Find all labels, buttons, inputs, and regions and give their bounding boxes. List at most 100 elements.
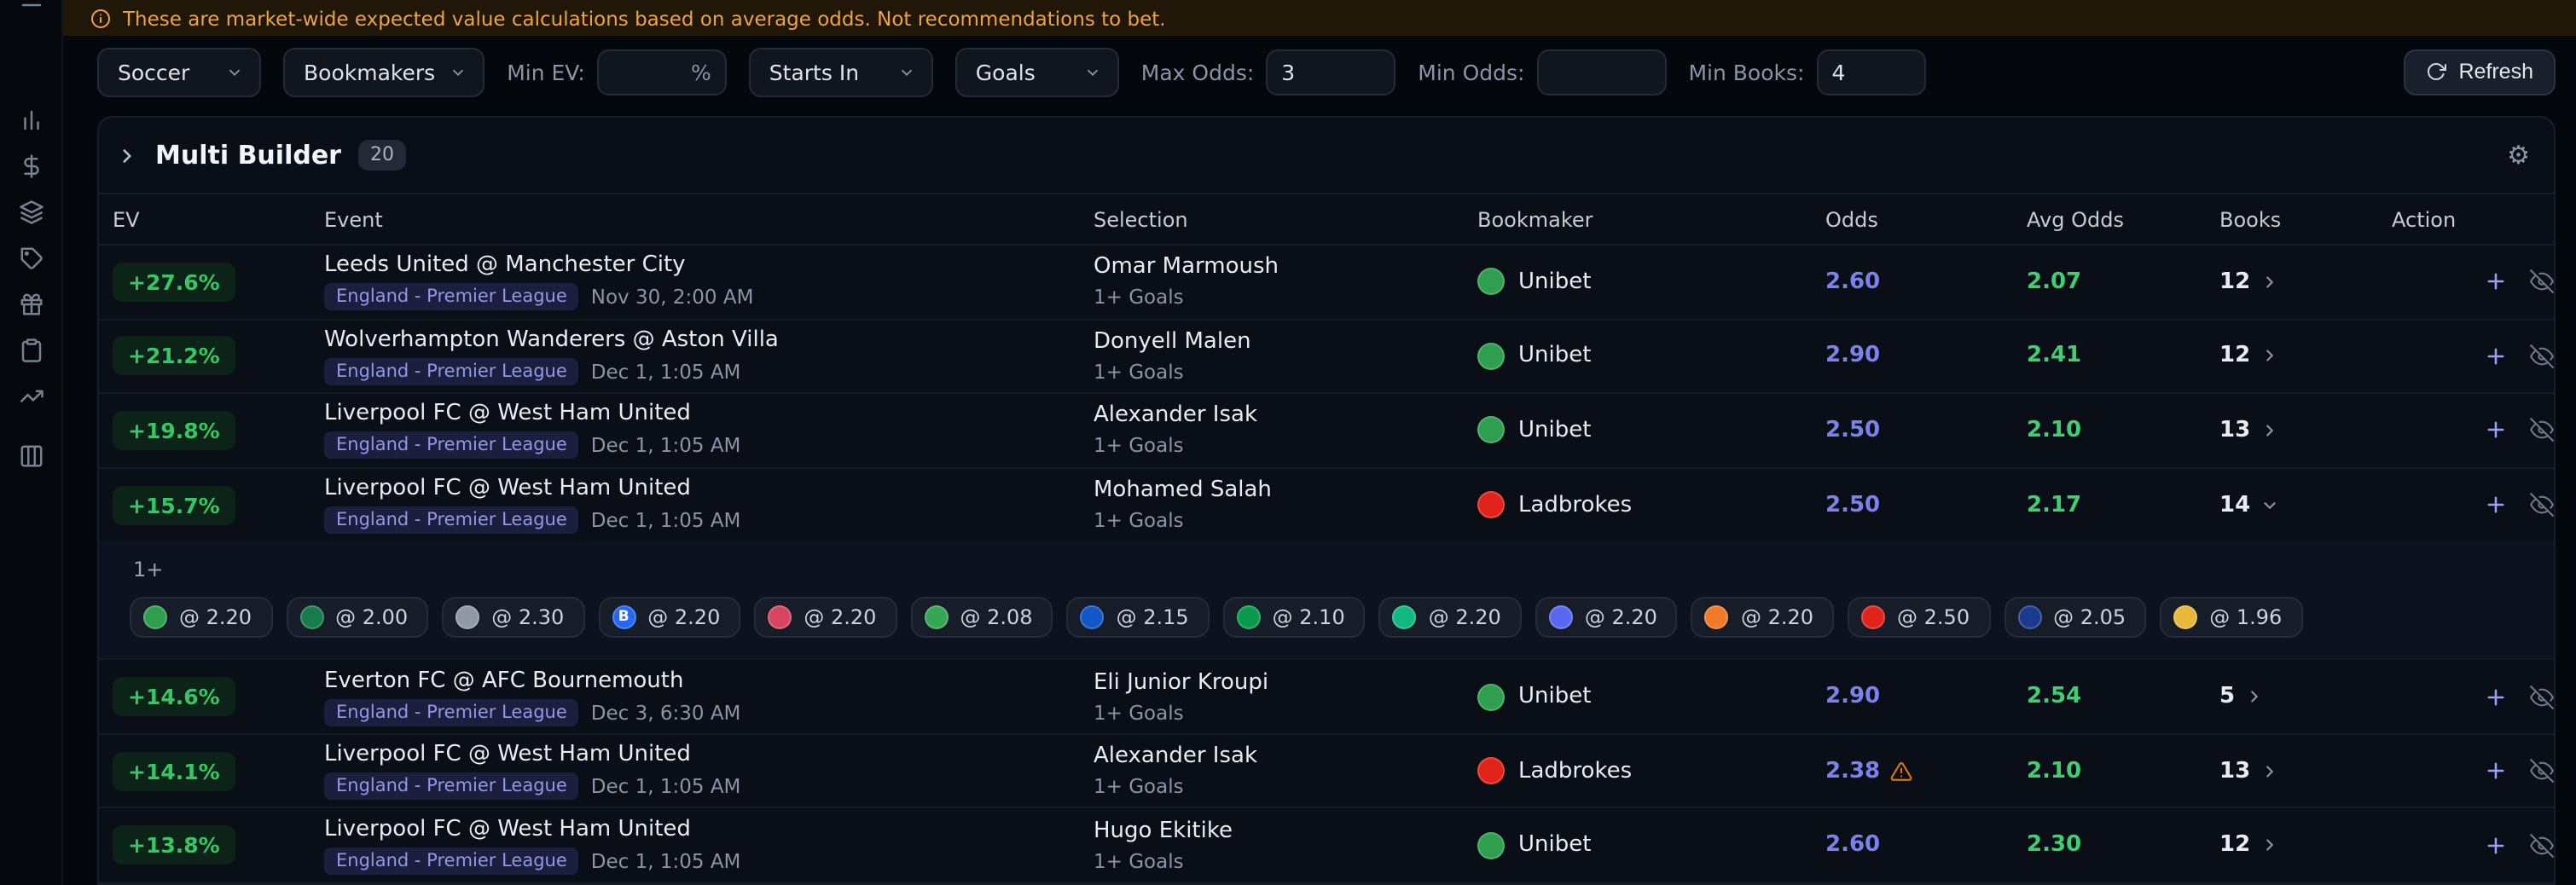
bookmaker-odds-chip[interactable]: @ 2.20 xyxy=(130,597,273,639)
odds-value[interactable]: 2.50 xyxy=(1819,418,2020,443)
min-ev-input[interactable] xyxy=(612,59,684,84)
sidebar-item-money[interactable] xyxy=(5,143,56,189)
add-to-multi-icon[interactable] xyxy=(2484,419,2508,442)
bookmaker-odds-chip[interactable]: @ 2.08 xyxy=(910,597,1053,639)
odds-value[interactable]: 2.50 xyxy=(1819,492,2020,518)
league-badge: England - Premier League xyxy=(324,357,579,385)
odds-value[interactable]: 2.90 xyxy=(1819,684,2020,709)
hide-icon[interactable] xyxy=(2530,759,2554,784)
count-badge: 20 xyxy=(357,140,406,171)
bookmaker-cell: Ladbrokes xyxy=(1471,491,1819,518)
books-cell[interactable]: 12 xyxy=(2213,832,2385,858)
add-to-multi-icon[interactable] xyxy=(2484,493,2508,517)
hide-icon[interactable] xyxy=(2530,418,2554,442)
sidebar-item-bets[interactable] xyxy=(5,327,56,373)
table-row[interactable]: +15.7% Liverpool FC @ West Ham United En… xyxy=(99,468,2554,541)
hide-icon[interactable] xyxy=(2530,833,2554,858)
max-odds-label: Max Odds: xyxy=(1140,59,1255,84)
bookmaker-odds-chip[interactable]: @ 2.10 xyxy=(1222,597,1366,639)
bookmaker-odds-chip[interactable]: B @ 2.20 xyxy=(598,597,741,639)
table-row[interactable]: +19.8% Liverpool FC @ West Ham United En… xyxy=(99,394,2554,469)
bookmakers-select-value: Bookmakers xyxy=(304,59,436,84)
sidebar-item-multis[interactable] xyxy=(5,189,56,235)
selection-market: 1+ Goals xyxy=(1094,285,1184,309)
bookmaker-odds-chip[interactable]: @ 2.20 xyxy=(1691,597,1835,639)
add-to-multi-icon[interactable] xyxy=(2484,759,2508,783)
sidebar-item-odds-table[interactable] xyxy=(5,433,56,479)
bookmakers-select[interactable]: Bookmakers xyxy=(283,47,485,96)
hide-icon[interactable] xyxy=(2530,493,2554,517)
action-cell xyxy=(2385,269,2554,294)
sport-select[interactable]: Soccer xyxy=(97,47,261,96)
books-cell[interactable]: 5 xyxy=(2213,684,2385,709)
league-badge: England - Premier League xyxy=(324,772,579,801)
bookmaker-cell: Unibet xyxy=(1471,683,1819,711)
action-cell xyxy=(2385,418,2554,442)
table-row[interactable]: +14.6% Everton FC @ AFC Bournemouth Engl… xyxy=(99,661,2554,735)
sidebar-item-trends[interactable] xyxy=(5,373,56,419)
table-row[interactable]: +27.6% Leeds United @ Manchester City En… xyxy=(99,246,2554,321)
bookmaker-icon xyxy=(1477,268,1505,296)
sidebar-item-promos[interactable] xyxy=(5,235,56,281)
bookmaker-icon xyxy=(1477,342,1505,370)
starts-in-select[interactable]: Starts In xyxy=(748,47,933,96)
bookmaker-odds-chip[interactable]: @ 2.15 xyxy=(1066,597,1210,639)
hide-icon[interactable] xyxy=(2530,269,2554,294)
market-select[interactable]: Goals xyxy=(954,47,1119,96)
gear-icon[interactable]: ⚙ xyxy=(2507,142,2530,168)
league-badge: England - Premier League xyxy=(324,431,579,460)
bookmaker-cell: Unibet xyxy=(1471,268,1819,296)
bookmaker-odds-chip[interactable]: @ 2.05 xyxy=(2004,597,2147,639)
chevron-right-icon xyxy=(2266,839,2274,851)
bookmaker-icon: B xyxy=(612,605,636,630)
books-cell[interactable]: 13 xyxy=(2213,758,2385,784)
books-cell[interactable]: 12 xyxy=(2213,344,2385,369)
chip-odds: @ 2.20 xyxy=(1584,605,1657,630)
bookmaker-cell: Unibet xyxy=(1471,342,1819,370)
bookmaker-icon xyxy=(299,605,324,630)
bookmaker-icon xyxy=(143,605,167,630)
books-cell[interactable]: 14 xyxy=(2213,492,2385,518)
table-row[interactable]: +13.8% Liverpool FC @ West Ham United En… xyxy=(99,809,2554,883)
odds-cell-with-warning[interactable]: 2.38 xyxy=(1819,758,2020,784)
chevron-right-icon[interactable] xyxy=(116,144,138,166)
odds-value[interactable]: 2.90 xyxy=(1819,344,2020,369)
bookmaker-odds-chip[interactable]: @ 2.50 xyxy=(1848,597,1991,639)
bookmaker-name: Unibet xyxy=(1518,343,1592,369)
sidebar-item-menu[interactable] xyxy=(5,0,56,12)
chip-odds: @ 2.15 xyxy=(1116,605,1189,630)
odds-value[interactable]: 2.60 xyxy=(1819,832,2020,858)
min-ev-suffix: % xyxy=(691,59,711,84)
add-to-multi-icon[interactable] xyxy=(2484,685,2508,709)
add-to-multi-icon[interactable] xyxy=(2484,344,2508,368)
bookmaker-odds-chip[interactable]: @ 2.30 xyxy=(442,597,585,639)
odds-value[interactable]: 2.60 xyxy=(1819,269,2020,295)
chip-odds: @ 2.20 xyxy=(179,605,252,630)
avg-odds-value: 2.30 xyxy=(2027,832,2082,859)
bookmaker-odds-chip[interactable]: @ 1.96 xyxy=(2160,597,2303,639)
table-row[interactable]: +14.1% Liverpool FC @ West Ham United En… xyxy=(99,735,2554,809)
bookmaker-cell: Unibet xyxy=(1471,416,1819,444)
bookmaker-odds-chip[interactable]: @ 2.20 xyxy=(1535,597,1678,639)
hide-icon[interactable] xyxy=(2530,344,2554,368)
bookmaker-odds-chip[interactable]: @ 2.20 xyxy=(754,597,897,639)
books-cell[interactable]: 12 xyxy=(2213,269,2385,295)
table-row[interactable]: +21.2% Wolverhampton Wanderers @ Aston V… xyxy=(99,320,2554,395)
sidebar-item-bonuses[interactable] xyxy=(5,281,56,327)
min-odds-input[interactable] xyxy=(1552,59,1651,84)
action-cell xyxy=(2385,833,2554,858)
avg-odds-value: 2.54 xyxy=(2027,684,2082,710)
bookmaker-odds-chip[interactable]: @ 2.20 xyxy=(1378,597,1522,639)
books-cell[interactable]: 13 xyxy=(2213,418,2385,443)
min-books-input[interactable] xyxy=(1831,59,1911,84)
refresh-button[interactable]: Refresh xyxy=(2404,49,2556,95)
max-odds-input[interactable] xyxy=(1281,59,1381,84)
sidebar-item-stats[interactable] xyxy=(5,97,56,143)
hide-icon[interactable] xyxy=(2530,685,2554,709)
chip-odds: @ 2.20 xyxy=(804,605,877,630)
col-ev: EV xyxy=(113,207,140,232)
add-to-multi-icon[interactable] xyxy=(2484,270,2508,294)
bookmaker-odds-chip[interactable]: @ 2.00 xyxy=(286,597,429,639)
add-to-multi-icon[interactable] xyxy=(2484,833,2508,857)
multi-builder-header[interactable]: Multi Builder 20 ⚙ xyxy=(99,118,2554,193)
